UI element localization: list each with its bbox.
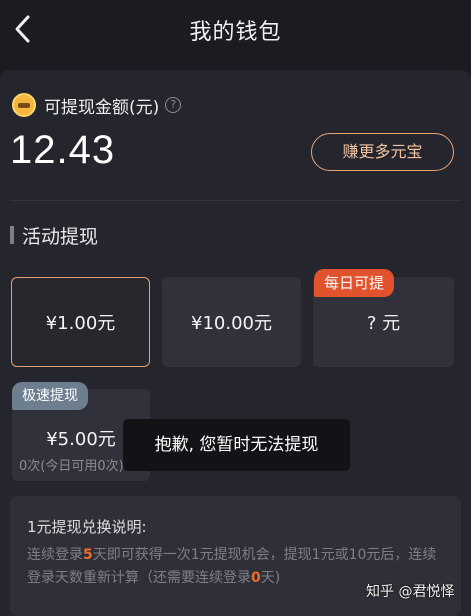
earn-more-button[interactable]: 赚更多元宝 xyxy=(311,133,454,171)
section-title: 活动提现 xyxy=(22,226,99,248)
withdraw-option-1[interactable]: ¥1.00元 xyxy=(11,277,150,367)
info-text-part: 天) xyxy=(260,570,281,586)
daily-badge: 每日可提 xyxy=(314,269,395,297)
withdraw-option-10[interactable]: ¥10.00元 xyxy=(162,277,301,367)
info-text-part: 连续登录 xyxy=(27,547,83,563)
coin-icon xyxy=(12,93,36,117)
page-title: 我的钱包 xyxy=(189,20,282,45)
option-usage: 0次(今日可用0次) xyxy=(19,459,124,474)
days-remaining: 0 xyxy=(251,570,261,586)
express-badge: 极速提现 xyxy=(12,382,88,410)
balance-label: 可提现金额(元) xyxy=(44,97,160,118)
toast-message: 抱歉, 您暂时无法提现 xyxy=(123,419,350,471)
option-label: ? 元 xyxy=(366,313,401,334)
info-title: 1元提现兑换说明: xyxy=(27,518,147,536)
top-bar: 我的钱包 xyxy=(0,0,471,58)
watermark: 知乎 @君悦怿 xyxy=(366,584,455,600)
balance-label-row: 可提现金额(元) ? xyxy=(12,92,182,118)
option-label: ¥1.00元 xyxy=(45,313,116,334)
divider xyxy=(10,200,461,201)
days-required: 5 xyxy=(83,547,93,563)
help-icon[interactable]: ? xyxy=(165,97,182,113)
section-marker xyxy=(10,226,14,244)
balance-amount: 12.43 xyxy=(10,128,116,172)
option-label: ¥10.00元 xyxy=(191,313,272,334)
